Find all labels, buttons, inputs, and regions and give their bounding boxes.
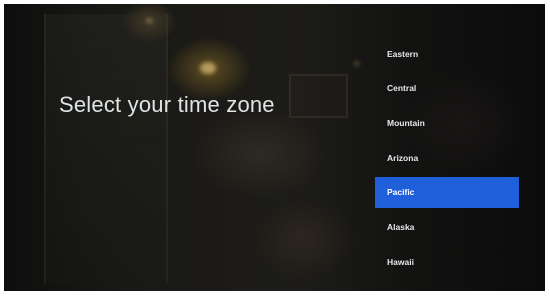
timezone-list: Eastern Central Mountain Arizona Pacific… xyxy=(375,38,519,281)
timezone-option-pacific[interactable]: Pacific xyxy=(375,176,519,208)
timezone-option-arizona[interactable]: Arizona xyxy=(375,142,519,173)
background-reflection-door xyxy=(44,14,168,284)
background-reflection-light xyxy=(354,61,359,66)
page-title: Select your time zone xyxy=(59,92,275,117)
tv-screen: Select your time zone Eastern Central Mo… xyxy=(4,4,545,291)
timezone-option-eastern[interactable]: Eastern xyxy=(375,38,519,69)
timezone-option-alaska[interactable]: Alaska xyxy=(375,211,519,242)
background-reflection-light xyxy=(146,18,153,23)
timezone-option-hawaii[interactable]: Hawaii xyxy=(375,246,519,277)
background-reflection-frame xyxy=(289,74,348,118)
timezone-option-central[interactable]: Central xyxy=(375,73,519,104)
background-reflection-light xyxy=(200,62,216,74)
timezone-option-mountain[interactable]: Mountain xyxy=(375,107,519,138)
